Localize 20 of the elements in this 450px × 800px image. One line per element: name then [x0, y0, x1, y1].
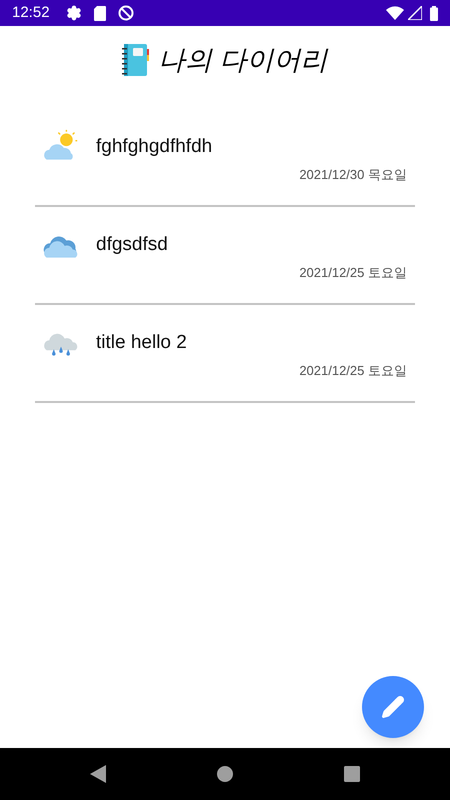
- pencil-icon: [381, 695, 405, 719]
- entry-date: 2021/12/30 목요일: [299, 166, 408, 184]
- clock-text: 12:52: [12, 2, 50, 23]
- diary-entry[interactable]: dfgsdfsd 2021/12/25 토요일: [35, 207, 415, 305]
- notebook-icon: [122, 44, 150, 76]
- entry-title: dfgsdfsd: [96, 233, 168, 257]
- settings-icon: [66, 5, 82, 21]
- diary-entry[interactable]: fghfghgdfhfdh 2021/12/30 목요일: [35, 109, 415, 207]
- wifi-icon: [386, 6, 404, 20]
- entry-title: title hello 2: [96, 331, 187, 355]
- diary-entry[interactable]: title hello 2 2021/12/25 토요일: [35, 305, 415, 403]
- back-icon[interactable]: [90, 765, 106, 783]
- entry-date: 2021/12/25 토요일: [299, 362, 408, 380]
- app-title: 나의 다이어리: [158, 44, 328, 77]
- battery-icon: [430, 6, 438, 20]
- entry-title: fghfghgdfhfdh: [96, 135, 212, 159]
- sd-card-icon: [94, 6, 106, 20]
- home-icon[interactable]: [216, 765, 234, 783]
- signal-icon: [408, 6, 422, 20]
- entry-date: 2021/12/25 토요일: [299, 264, 408, 282]
